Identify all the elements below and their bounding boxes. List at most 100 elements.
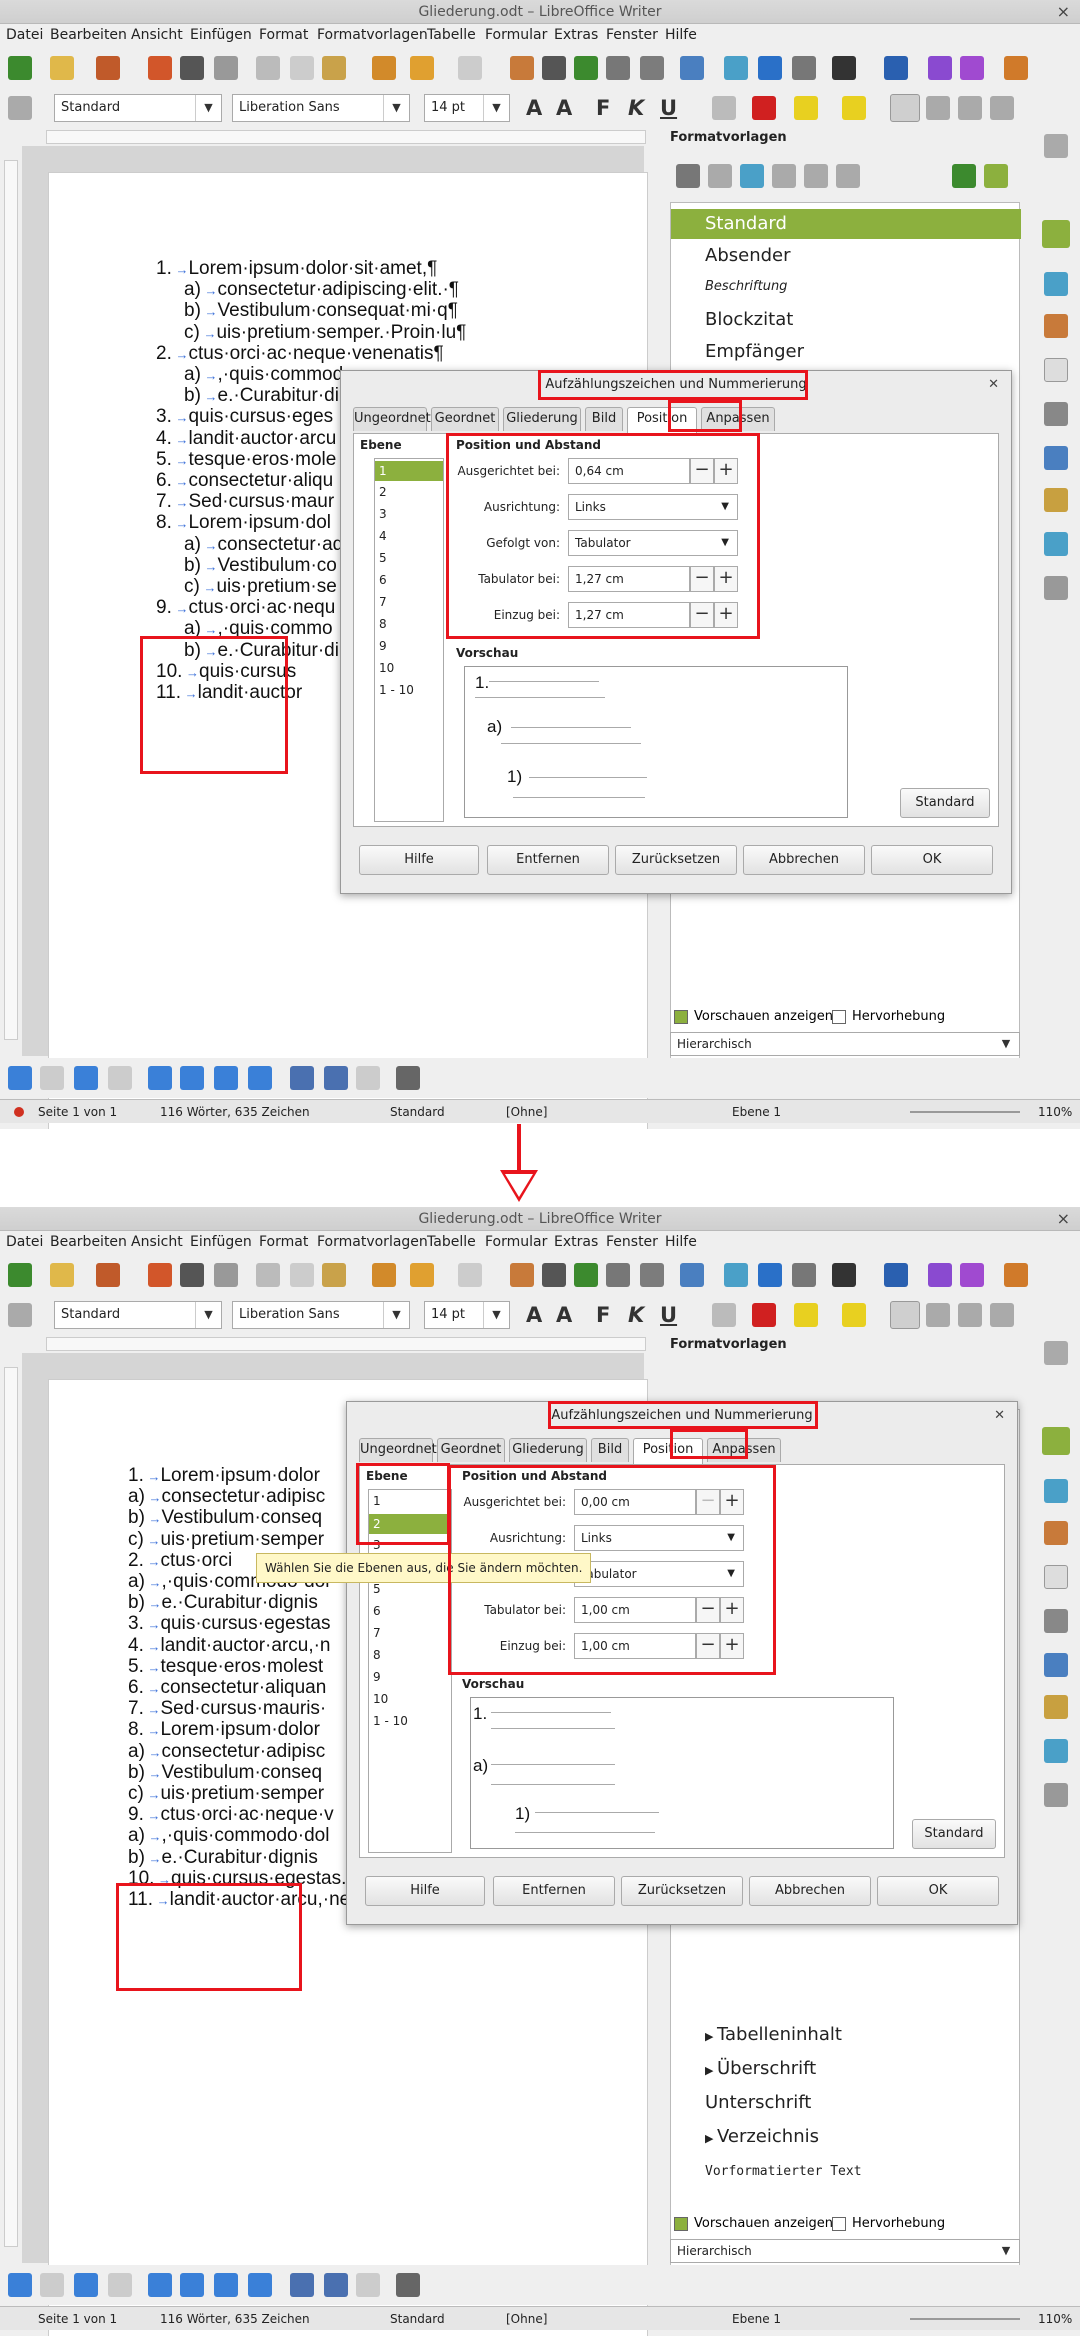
line-icon[interactable] [928,56,952,80]
menu-format[interactable]: Format [259,1234,308,1250]
italic-button[interactable]: K [628,96,644,120]
grow-font-icon[interactable]: A [526,96,542,120]
outline-line[interactable]: 9. →ctus·orci·ac·nequ [156,597,335,619]
status-page-style[interactable]: Standard [390,1105,445,1119]
level-list[interactable]: 1 2 3 4 5 6 7 8 9 10 1 - 10 [374,458,444,822]
vertical-ruler[interactable] [4,1367,18,2247]
clear-formatting-icon[interactable] [712,96,736,120]
highlight-checkbox[interactable] [832,2217,846,2231]
font-size-combo[interactable]: 14 pt ▼ [424,94,510,122]
print-preview-icon[interactable] [214,1263,238,1287]
style-item-ueberschrift[interactable]: ▶ Überschrift [705,2058,816,2079]
open-icon[interactable] [50,56,74,80]
style-item-tabelleninhalt[interactable]: ▶ Tabelleninhalt [705,2024,842,2045]
sidebar-menu-icon[interactable] [1044,134,1068,158]
style-item-unterschrift[interactable]: Unterschrift [705,2092,811,2113]
insert-image-icon[interactable] [724,1263,748,1287]
reset-button[interactable]: Zurücksetzen [621,1876,743,1906]
manage-changes-icon[interactable] [1044,1653,1068,1677]
paste-icon[interactable] [322,1263,346,1287]
status-words[interactable]: 116 Wörter, 635 Zeichen [160,2312,310,2326]
outline-line[interactable]: 4. →landit·auctor·arcu [156,428,336,450]
outline-line[interactable]: 4. →landit·auctor·arcu,·n [128,1635,331,1657]
find-deck-icon[interactable] [1044,1783,1068,1807]
bold-button[interactable]: F [596,1303,610,1327]
tab-geordnet[interactable]: Geordnet [431,407,499,431]
insert-table-icon[interactable] [680,1263,704,1287]
level-item[interactable]: 8 [379,617,387,631]
underline-button[interactable]: U [660,1303,677,1327]
print-icon[interactable] [180,1263,204,1287]
gallery-deck-icon[interactable] [1044,1479,1068,1503]
zoom-slider[interactable] [910,1111,1020,1113]
align-right-icon[interactable] [958,96,982,120]
move-down-icon[interactable] [148,2273,172,2297]
italic-button[interactable]: K [628,1303,644,1327]
window-close-icon[interactable]: × [1057,1207,1070,1231]
outline-line[interactable]: 6. →consectetur·aliquan [128,1677,326,1699]
insert-chart-icon[interactable] [758,56,782,80]
level-item[interactable]: 4 [379,529,387,543]
insert-chart-icon[interactable] [758,1263,782,1287]
outline-line[interactable]: c) →uis·pretium·semper.·Proin·lu¶ [184,322,466,344]
character-styles-icon[interactable] [708,164,732,188]
properties-deck-icon[interactable] [1044,1609,1068,1633]
menu-ansicht[interactable]: Ansicht [131,27,183,43]
outline-line[interactable]: a) →,·quis·commod [184,364,343,386]
list-styles-icon[interactable] [804,164,828,188]
outline-line[interactable]: a) →consectetur·adipisc [128,1486,325,1508]
status-zoom[interactable]: 110% [1038,1105,1072,1119]
demote-sub-icon[interactable] [74,1066,98,1090]
undo-icon[interactable] [410,1263,434,1287]
pilcrow-icon[interactable] [640,56,664,80]
menu-einfuegen[interactable]: Einfügen [190,27,252,43]
demote-sub-icon[interactable] [74,2273,98,2297]
remove-button[interactable]: Entfernen [487,845,609,875]
menu-formatvorlagen[interactable]: Formatvorlagen [317,1234,428,1250]
special-character-icon[interactable] [832,1263,856,1287]
properties-deck-icon[interactable] [1044,402,1068,426]
shapes-icon[interactable] [960,1263,984,1287]
style-item-absender[interactable]: Absender [705,245,791,266]
menu-tabelle[interactable]: Tabelle [427,27,476,43]
menu-datei[interactable]: Datei [6,27,43,43]
view-mode-select[interactable]: Hierarchisch ▼ [670,2239,1020,2263]
insert-image-icon[interactable] [724,56,748,80]
menu-tabelle[interactable]: Tabelle [427,1234,476,1250]
gallery-deck-icon[interactable] [1044,272,1068,296]
formatting-marks-icon[interactable] [606,1263,630,1287]
help-button[interactable]: Hilfe [365,1876,485,1906]
help-button[interactable]: Hilfe [359,845,479,875]
align-left-icon[interactable] [890,1301,920,1329]
outline-line[interactable]: a) →consectetur·ad [184,534,343,556]
design-deck-icon[interactable] [1044,488,1068,512]
outline-line[interactable]: 9. →ctus·orci·ac·neque·v [128,1804,334,1826]
tab-bild[interactable]: Bild [585,407,623,431]
previews-checkbox[interactable] [674,2217,688,2231]
outline-line[interactable]: a) →,·quis·commodo·dol [128,1825,329,1847]
spelling-icon[interactable] [542,56,566,80]
tab-bild[interactable]: Bild [591,1438,629,1462]
status-language[interactable]: [Ohne] [506,1105,547,1119]
menu-bearbeiten[interactable]: Bearbeiten [50,27,127,43]
justify-icon[interactable] [990,96,1014,120]
highlight-icon[interactable] [794,96,818,120]
menu-ansicht[interactable]: Ansicht [131,1234,183,1250]
outline-line[interactable]: b) →e.·Curabitur·dignis [128,1847,318,1869]
shrink-font-icon[interactable]: A [556,96,572,120]
level-item[interactable]: 2 [379,485,387,499]
status-language[interactable]: [Ohne] [506,2312,547,2326]
level-item[interactable]: 1 - 10 [373,1714,408,1728]
ok-button[interactable]: OK [871,845,993,875]
outline-line[interactable]: a) →consectetur·adipiscing·elit.·¶ [184,279,459,301]
outline-line[interactable]: b) →e.·Curabitur·dignis [128,1592,318,1614]
no-list-icon[interactable] [356,2273,380,2297]
special-character-icon[interactable] [832,56,856,80]
grow-font-icon[interactable]: A [526,1303,542,1327]
level-item[interactable]: 7 [373,1626,381,1640]
cancel-button[interactable]: Abbrechen [749,1876,871,1906]
autospell-icon[interactable] [574,1263,598,1287]
no-list-icon[interactable] [356,1066,380,1090]
outline-line[interactable]: b) →Vestibulum·co [184,555,337,577]
save-icon[interactable] [96,1263,120,1287]
